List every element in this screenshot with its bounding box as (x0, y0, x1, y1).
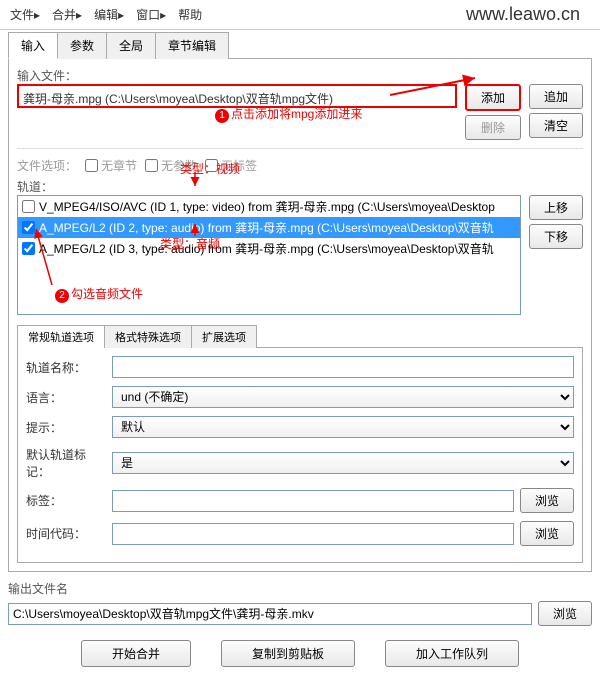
regular-panel: 轨道名称： 语言：und (不确定) 提示：默认 默认轨道标记：是 标签：浏览 … (17, 347, 583, 563)
track-check[interactable] (22, 221, 35, 234)
tab-chapter[interactable]: 章节编辑 (155, 32, 229, 59)
file-options: 文件选项： 无章节 无参数 无标签 (17, 157, 583, 174)
menu-help[interactable]: 帮助 (178, 6, 202, 23)
clear-button[interactable]: 清空 (529, 113, 583, 138)
track-name-input[interactable] (112, 356, 574, 378)
input-file-label: 输入文件： (17, 67, 583, 84)
timecode-input[interactable] (112, 523, 514, 545)
up-button[interactable]: 上移 (529, 195, 583, 220)
menu-window[interactable]: 窗口▸ (136, 6, 166, 23)
track-row: A_MPEG/L2 (ID 3, type: audio) from 龚玥-母亲… (18, 238, 520, 259)
menu-file[interactable]: 文件▸ (10, 6, 40, 23)
tag-label: 标签： (26, 492, 106, 509)
no-params-check[interactable]: 无参数 (145, 157, 197, 174)
append-button[interactable]: 追加 (529, 84, 583, 109)
track-row: V_MPEG4/ISO/AVC (ID 1, type: video) from… (18, 196, 520, 217)
watermark: www.leawo.cn (466, 4, 580, 25)
track-check[interactable] (22, 200, 35, 213)
track-name-label: 轨道名称： (26, 359, 106, 376)
file-options-label: 文件选项： (17, 157, 77, 174)
menu-edit[interactable]: 编辑▸ (94, 6, 124, 23)
main-tabs: 输入 参数 全局 章节编辑 (8, 32, 600, 59)
no-chapter-check[interactable]: 无章节 (85, 157, 137, 174)
input-file-box[interactable]: 龚玥-母亲.mpg (C:\Users\moyea\Desktop\双音轨mpg… (17, 84, 457, 108)
copy-clipboard-button[interactable]: 复制到剪贴板 (221, 640, 355, 667)
browse-output-button[interactable]: 浏览 (538, 601, 592, 626)
sub-tabs: 常规轨道选项 格式特殊选项 扩展选项 (17, 325, 583, 348)
no-tags-check[interactable]: 无标签 (205, 157, 257, 174)
lang-label: 语言： (26, 389, 106, 406)
output-path-input[interactable] (8, 603, 532, 625)
track-check[interactable] (22, 242, 35, 255)
menu-merge[interactable]: 合并▸ (52, 6, 82, 23)
output-label: 输出文件名 (8, 582, 68, 596)
deftrack-select[interactable]: 是 (112, 452, 574, 474)
track-row: A_MPEG/L2 (ID 2, type: audio) from 龚玥-母亲… (18, 217, 520, 238)
tab-params[interactable]: 参数 (57, 32, 107, 59)
subtab-regular[interactable]: 常规轨道选项 (17, 325, 105, 348)
lang-select[interactable]: und (不确定) (112, 386, 574, 408)
start-merge-button[interactable]: 开始合并 (81, 640, 191, 667)
bottom-buttons: 开始合并 复制到剪贴板 加入工作队列 (0, 630, 600, 677)
hint-label: 提示： (26, 419, 106, 436)
deftrack-label: 默认轨道标记： (26, 446, 106, 480)
timecode-label: 时间代码： (26, 525, 106, 542)
track-list[interactable]: V_MPEG4/ISO/AVC (ID 1, type: video) from… (17, 195, 521, 315)
tab-global[interactable]: 全局 (106, 32, 156, 59)
down-button[interactable]: 下移 (529, 224, 583, 249)
browse-timecode-button[interactable]: 浏览 (520, 521, 574, 546)
add-queue-button[interactable]: 加入工作队列 (385, 640, 519, 667)
tag-input[interactable] (112, 490, 514, 512)
subtab-ext[interactable]: 扩展选项 (191, 325, 257, 348)
delete-button[interactable]: 删除 (465, 115, 521, 140)
browse-tag-button[interactable]: 浏览 (520, 488, 574, 513)
subtab-format[interactable]: 格式特殊选项 (104, 325, 192, 348)
add-button[interactable]: 添加 (465, 84, 521, 111)
menubar: 文件▸ 合并▸ 编辑▸ 窗口▸ 帮助 www.leawo.cn (0, 0, 600, 30)
hint-select[interactable]: 默认 (112, 416, 574, 438)
tracks-label: 轨道： (17, 178, 583, 195)
tab-input[interactable]: 输入 (8, 32, 58, 59)
input-panel: 输入文件： 龚玥-母亲.mpg (C:\Users\moyea\Desktop\… (8, 58, 592, 572)
